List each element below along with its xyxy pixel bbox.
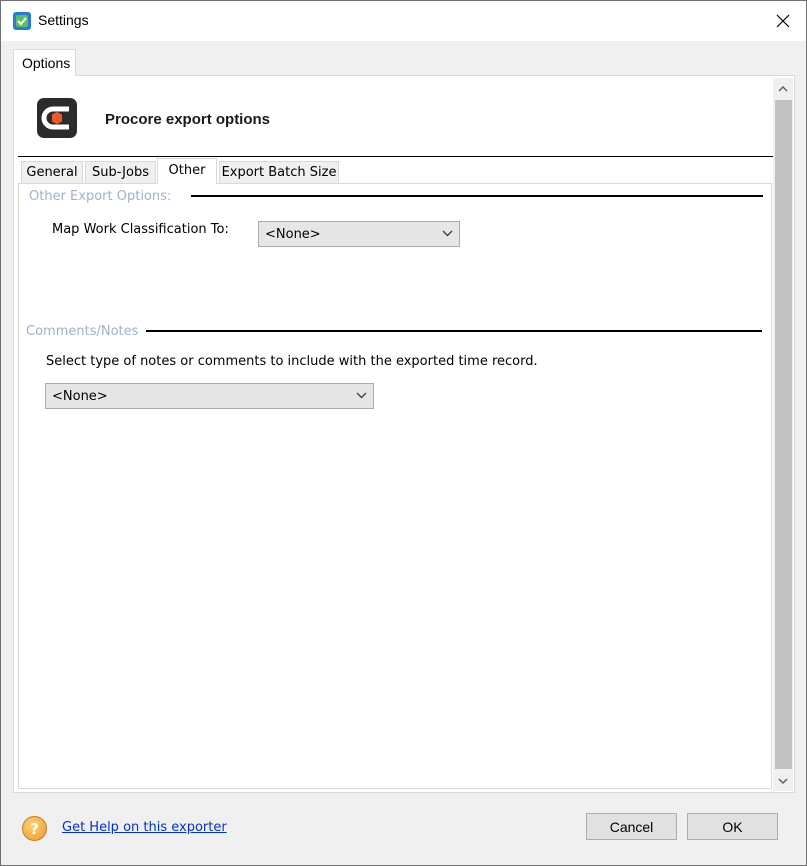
vertical-scrollbar[interactable] bbox=[773, 78, 793, 791]
chevron-down-icon bbox=[778, 777, 788, 784]
chevron-up-icon bbox=[778, 85, 788, 92]
scroll-up-button[interactable] bbox=[773, 78, 793, 98]
other-tab-panel bbox=[18, 183, 772, 789]
procore-logo bbox=[37, 98, 77, 138]
map-work-classification-select[interactable]: <None> bbox=[258, 221, 460, 247]
other-export-group-label: Other Export Options: bbox=[29, 189, 180, 204]
title-bar: Settings bbox=[1, 1, 806, 41]
close-button[interactable] bbox=[760, 1, 806, 41]
comments-group-label: Comments/Notes bbox=[26, 324, 147, 339]
header-divider bbox=[18, 156, 773, 157]
map-work-classification-value: <None> bbox=[265, 227, 321, 242]
help-link[interactable]: Get Help on this exporter bbox=[62, 820, 227, 835]
window-title: Settings bbox=[38, 12, 89, 28]
tab-general[interactable]: General bbox=[21, 161, 83, 183]
map-work-classification-label: Map Work Classification To: bbox=[52, 222, 229, 237]
ok-button[interactable]: OK bbox=[687, 813, 778, 840]
scroll-down-button[interactable] bbox=[773, 771, 793, 791]
settings-window: Settings Options Procore export options … bbox=[0, 0, 807, 866]
cancel-button[interactable]: Cancel bbox=[586, 813, 677, 840]
comments-divider bbox=[144, 330, 762, 332]
settings-check-icon bbox=[13, 12, 31, 30]
tab-options[interactable]: Options bbox=[13, 49, 76, 76]
close-icon bbox=[776, 14, 790, 28]
comments-type-select[interactable]: <None> bbox=[45, 383, 374, 409]
tab-export-batch-size[interactable]: Export Batch Size bbox=[219, 161, 339, 183]
comments-type-value: <None> bbox=[52, 389, 108, 404]
tab-sub-jobs[interactable]: Sub-Jobs bbox=[85, 161, 156, 183]
page-title: Procore export options bbox=[105, 111, 271, 128]
comments-description: Select type of notes or comments to incl… bbox=[46, 354, 538, 369]
other-export-divider bbox=[191, 195, 763, 197]
chevron-down-icon bbox=[356, 392, 367, 399]
chevron-down-icon bbox=[442, 230, 453, 237]
tab-other[interactable]: Other bbox=[157, 158, 217, 184]
help-icon[interactable]: ? bbox=[22, 816, 47, 841]
scroll-thumb[interactable] bbox=[775, 100, 792, 769]
